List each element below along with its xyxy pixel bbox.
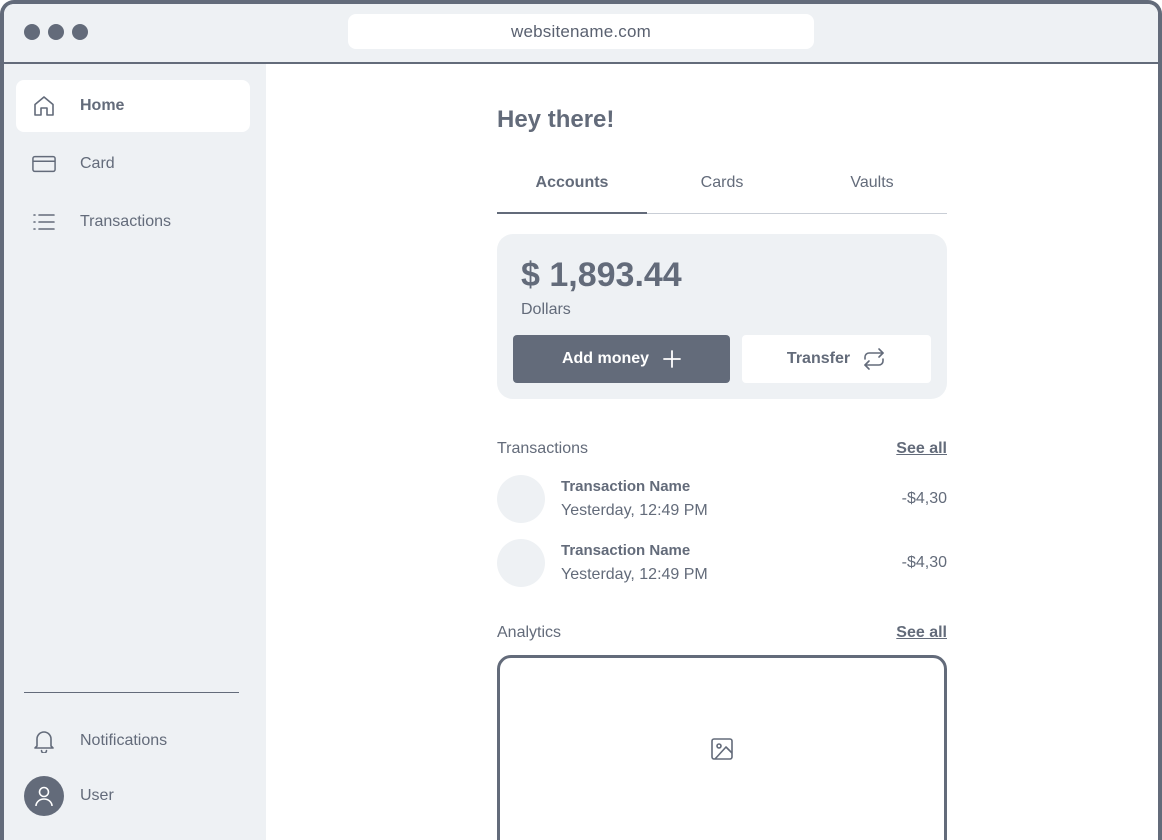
browser-titlebar: websitename.com: [4, 4, 1158, 64]
add-money-label: Add money: [561, 350, 650, 367]
tab-accounts[interactable]: Accounts: [497, 170, 647, 214]
analytics-header: Analytics See all: [497, 624, 947, 642]
balance-currency: Dollars: [521, 301, 571, 318]
sidebar-item-label: User: [80, 787, 114, 804]
sidebar-item-user[interactable]: User: [24, 770, 258, 822]
tab-vaults[interactable]: Vaults: [797, 170, 947, 213]
window-dot-icon[interactable]: [48, 24, 64, 40]
analytics-title: Analytics: [497, 624, 562, 641]
window-controls: [24, 24, 88, 40]
list-item[interactable]: Transaction Name Yesterday, 12:49 PM -$4…: [497, 539, 947, 587]
transactions-see-all-link[interactable]: See all: [896, 440, 947, 458]
sidebar-item-notifications[interactable]: Notifications: [16, 715, 250, 767]
transfer-label: Transfer: [786, 350, 851, 367]
sidebar-item-transactions[interactable]: Transactions: [16, 196, 250, 248]
transactions-title: Transactions: [497, 440, 588, 457]
balance-card: $ 1,893.44 Dollars Add money Transfer: [497, 234, 947, 399]
transaction-time: Yesterday, 12:49 PM: [561, 502, 708, 519]
page-title: Hey there!: [497, 106, 615, 133]
transaction-name: Transaction Name: [561, 542, 691, 559]
user-icon: [35, 786, 53, 807]
sidebar: Home Card Transactions Notifications Use…: [4, 64, 266, 840]
transfer-button[interactable]: Transfer: [742, 335, 931, 383]
window-dot-icon[interactable]: [72, 24, 88, 40]
analytics-see-all-link[interactable]: See all: [896, 624, 947, 642]
tab-cards[interactable]: Cards: [647, 170, 797, 213]
window-dot-icon[interactable]: [24, 24, 40, 40]
plus-icon: [663, 350, 681, 368]
sidebar-item-label: Transactions: [80, 213, 171, 230]
sidebar-divider: [24, 692, 239, 693]
image-icon: [711, 738, 733, 760]
transaction-amount: -$4,30: [901, 554, 947, 571]
bell-icon: [32, 729, 56, 753]
card-icon: [32, 152, 56, 176]
sidebar-item-home[interactable]: Home: [16, 80, 250, 132]
transaction-amount: -$4,30: [901, 490, 947, 507]
transaction-avatar: [497, 475, 545, 523]
sidebar-item-label: Card: [80, 155, 115, 172]
list-item[interactable]: Transaction Name Yesterday, 12:49 PM -$4…: [497, 475, 947, 523]
transfer-icon: [864, 348, 884, 370]
add-money-button[interactable]: Add money: [513, 335, 730, 383]
address-bar[interactable]: websitename.com: [348, 14, 814, 49]
transaction-name: Transaction Name: [561, 478, 691, 495]
sidebar-item-label: Notifications: [80, 732, 168, 749]
transaction-avatar: [497, 539, 545, 587]
balance-amount: $ 1,893.44: [521, 256, 682, 294]
browser-window: websitename.com Home Card Transactions N…: [0, 0, 1162, 840]
account-tabs: Accounts Cards Vaults: [497, 170, 947, 214]
home-icon: [32, 94, 56, 118]
transactions-header: Transactions See all: [497, 440, 947, 458]
sidebar-item-card[interactable]: Card: [16, 138, 250, 190]
avatar: [24, 776, 64, 816]
list-icon: [32, 210, 56, 234]
sidebar-item-label: Home: [80, 97, 125, 114]
analytics-chart-placeholder: [497, 655, 947, 840]
transaction-time: Yesterday, 12:49 PM: [561, 566, 708, 583]
